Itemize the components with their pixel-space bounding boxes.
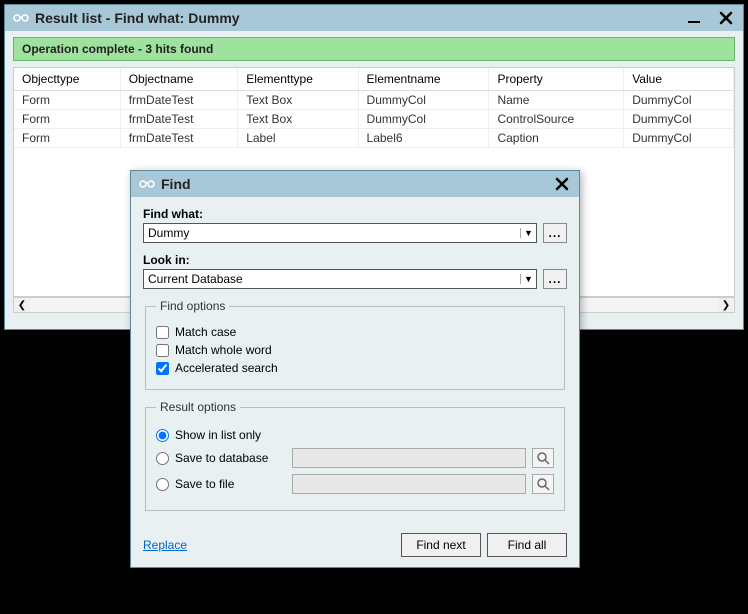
save-to-database-input[interactable] [292, 448, 526, 468]
result-options-legend: Result options [156, 400, 240, 414]
col-header[interactable]: Value [624, 68, 734, 91]
col-header[interactable]: Objecttype [14, 68, 120, 91]
table-row[interactable]: FormfrmDateTestText BoxDummyColNameDummy… [14, 91, 734, 110]
table-row[interactable]: FormfrmDateTestLabelLabel6CaptionDummyCo… [14, 129, 734, 148]
save-to-file-input[interactable] [292, 474, 526, 494]
table-cell: DummyCol [624, 129, 734, 148]
show-in-list-label: Show in list only [175, 428, 261, 442]
find-what-browse-button[interactable]: ... [543, 223, 567, 243]
find-what-combo[interactable]: ▼ [143, 223, 537, 243]
result-titlebar: Result list - Find what: Dummy [5, 5, 743, 31]
find-title: Find [161, 176, 543, 192]
table-cell: DummyCol [358, 110, 489, 129]
find-footer: Replace Find next Find all [131, 527, 579, 567]
save-to-file-label: Save to file [175, 477, 234, 491]
table-cell: Form [14, 129, 120, 148]
replace-link[interactable]: Replace [143, 538, 187, 552]
table-row[interactable]: FormfrmDateTestText BoxDummyColControlSo… [14, 110, 734, 129]
table-cell: DummyCol [358, 91, 489, 110]
search-icon[interactable] [532, 474, 554, 494]
show-in-list-radio[interactable] [156, 429, 169, 442]
match-case-label: Match case [175, 325, 236, 339]
look-in-label: Look in: [143, 253, 567, 267]
chevron-down-icon[interactable]: ▼ [520, 274, 536, 284]
table-cell: Name [489, 91, 624, 110]
find-dialog: Find Find what: ▼ ... Look in: ▼ ... Fin… [130, 170, 580, 568]
table-cell: frmDateTest [120, 91, 237, 110]
look-in-browse-button[interactable]: ... [543, 269, 567, 289]
find-all-button[interactable]: Find all [487, 533, 567, 557]
table-cell: frmDateTest [120, 110, 237, 129]
find-options-legend: Find options [156, 299, 229, 313]
col-header[interactable]: Elementname [358, 68, 489, 91]
search-icon[interactable] [532, 448, 554, 468]
result-title: Result list - Find what: Dummy [35, 10, 675, 26]
match-whole-word-label: Match whole word [175, 343, 272, 357]
col-header[interactable]: Property [489, 68, 624, 91]
binoculars-icon [139, 176, 155, 192]
col-header[interactable]: Elementtype [238, 68, 358, 91]
close-button[interactable] [549, 173, 575, 195]
status-bar: Operation complete - 3 hits found [13, 37, 735, 61]
save-to-database-label: Save to database [175, 451, 268, 465]
scroll-right-icon[interactable]: ❯ [718, 298, 734, 312]
table-cell: DummyCol [624, 110, 734, 129]
minimize-button[interactable] [681, 7, 707, 29]
find-titlebar: Find [131, 171, 579, 197]
accelerated-search-label: Accelerated search [175, 361, 278, 375]
table-cell: frmDateTest [120, 129, 237, 148]
binoculars-icon [13, 10, 29, 26]
table-cell: ControlSource [489, 110, 624, 129]
find-what-input[interactable] [144, 224, 520, 242]
table-cell: Label [238, 129, 358, 148]
look-in-input[interactable] [144, 270, 520, 288]
chevron-down-icon[interactable]: ▼ [520, 228, 536, 238]
table-cell: Form [14, 91, 120, 110]
table-cell: DummyCol [624, 91, 734, 110]
accelerated-search-checkbox[interactable] [156, 362, 169, 375]
table-cell: Form [14, 110, 120, 129]
scroll-left-icon[interactable]: ❮ [14, 298, 30, 312]
table-cell: Caption [489, 129, 624, 148]
match-whole-word-checkbox[interactable] [156, 344, 169, 357]
save-to-database-radio[interactable] [156, 452, 169, 465]
find-body: Find what: ▼ ... Look in: ▼ ... Find opt… [131, 197, 579, 527]
save-to-file-radio[interactable] [156, 478, 169, 491]
col-header[interactable]: Objectname [120, 68, 237, 91]
result-options-fieldset: Result options Show in list only Save to… [145, 400, 565, 511]
table-cell: Label6 [358, 129, 489, 148]
table-cell: Text Box [238, 110, 358, 129]
match-case-checkbox[interactable] [156, 326, 169, 339]
look-in-combo[interactable]: ▼ [143, 269, 537, 289]
close-button[interactable] [713, 7, 739, 29]
result-table: Objecttype Objectname Elementtype Elemen… [14, 68, 734, 148]
find-next-button[interactable]: Find next [401, 533, 481, 557]
find-options-fieldset: Find options Match case Match whole word… [145, 299, 565, 390]
find-what-label: Find what: [143, 207, 567, 221]
table-cell: Text Box [238, 91, 358, 110]
